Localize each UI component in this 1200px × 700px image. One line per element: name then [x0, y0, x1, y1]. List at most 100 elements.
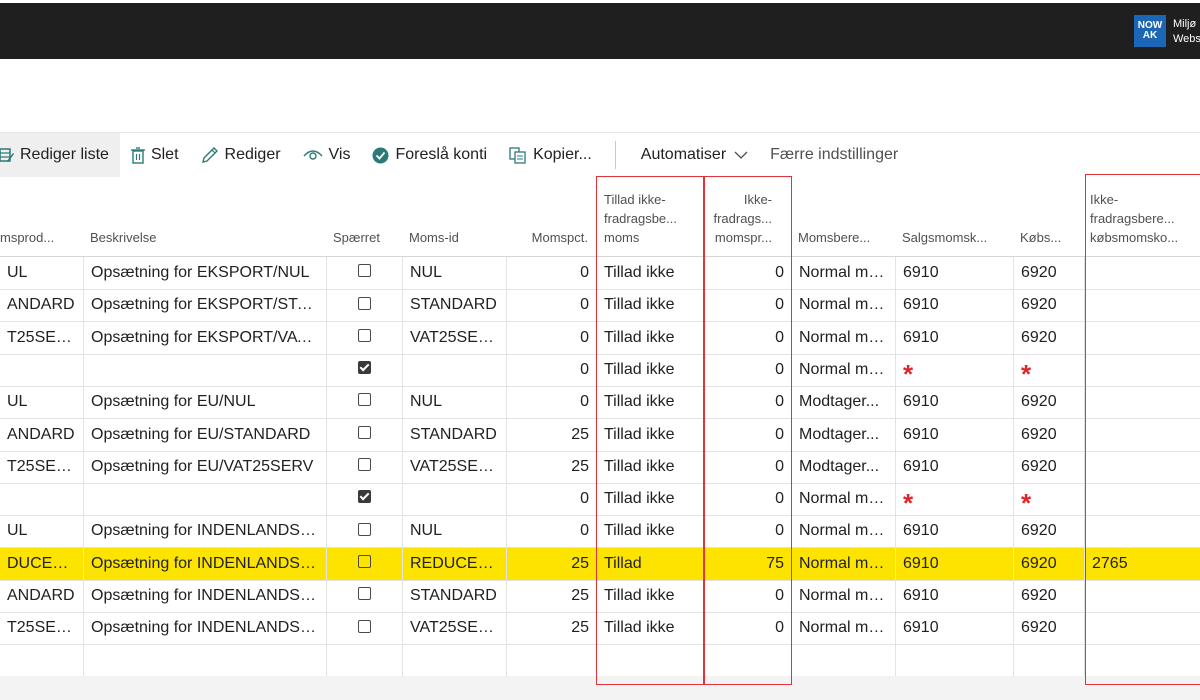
vat-prod-cell[interactable]: UL [0, 257, 84, 289]
vat-id-cell[interactable]: VAT25SERV [403, 321, 507, 354]
vat-pct-cell[interactable]: 25 [507, 450, 597, 483]
checkbox-unchecked-icon[interactable] [358, 296, 371, 310]
column-header-description[interactable]: Beskrivelse [90, 228, 320, 247]
vat-id-cell[interactable] [403, 353, 507, 386]
description-cell[interactable]: Opsætning for INDENLANDSK... [84, 580, 327, 612]
vat-prod-cell[interactable] [0, 644, 84, 677]
table-row[interactable]: 0 Tillad ikke 0 Normal mo... * * [0, 483, 1200, 517]
sales-account-cell[interactable]: 6910 [896, 321, 1014, 354]
blocked-checkbox[interactable] [327, 483, 403, 516]
non-deductible-account-cell[interactable] [1085, 580, 1200, 612]
vat-id-cell[interactable]: VAT25SERV [403, 450, 507, 483]
vat-calc-cell[interactable]: Normal mo... [792, 612, 896, 645]
column-header-vat-id[interactable]: Moms-id [409, 228, 505, 247]
vat-pct-cell[interactable]: 25 [507, 418, 597, 451]
blocked-checkbox[interactable] [327, 547, 403, 580]
vat-id-cell[interactable]: NUL [403, 515, 507, 548]
allow-non-deductible-cell[interactable]: Tillad ikke [597, 450, 704, 483]
allow-non-deductible-cell[interactable]: Tillad [597, 547, 704, 580]
non-deductible-pct-cell[interactable]: 0 [704, 353, 792, 386]
vat-calc-cell[interactable]: Modtager... [792, 386, 896, 419]
sales-account-cell[interactable]: 6910 [896, 289, 1014, 322]
table-row[interactable]: UL Opsætning for EKSPORT/NUL NUL 0 Tillad ik… [0, 257, 1200, 290]
vat-id-cell[interactable]: STANDARD [403, 580, 507, 612]
vat-pct-cell[interactable]: 0 [507, 515, 597, 548]
checkbox-unchecked-icon[interactable] [358, 264, 371, 278]
vat-id-cell[interactable]: STANDARD [403, 418, 507, 451]
column-header-allow-non-deductible[interactable]: Tillad ikke- fradragsbe... moms [604, 190, 702, 247]
sales-account-cell[interactable]: * [896, 353, 1014, 386]
suggest-accounts-button[interactable]: Foreslå konti [361, 133, 498, 177]
vat-pct-cell[interactable]: 0 [507, 321, 597, 354]
description-cell[interactable]: Opsætning for INDENLANDSK... [84, 612, 327, 645]
description-cell[interactable] [84, 483, 327, 516]
non-deductible-pct-cell[interactable]: 0 [704, 580, 792, 612]
purchase-account-cell[interactable]: 6920 [1014, 547, 1085, 580]
sales-account-cell[interactable]: 6910 [896, 580, 1014, 612]
non-deductible-account-cell[interactable] [1085, 354, 1200, 386]
edit-list-button[interactable]: Rediger liste [0, 133, 120, 177]
description-cell[interactable] [84, 644, 327, 677]
table-row[interactable]: UL Opsætning for EU/NUL NUL 0 Tillad ikke 0 Mo… [0, 386, 1200, 420]
non-deductible-pct-cell[interactable]: 0 [704, 257, 792, 289]
vat-calc-cell[interactable]: Modtager... [792, 450, 896, 483]
sales-account-cell[interactable]: 6910 [896, 386, 1014, 419]
description-cell[interactable]: Opsætning for EU/VAT25SERV [84, 450, 327, 483]
table-row[interactable]: T25SERV Opsætning for EKSPORT/VAT2... VAT2… [0, 321, 1200, 355]
blocked-checkbox[interactable] [327, 289, 403, 322]
vat-prod-cell[interactable]: T25SERV [0, 321, 84, 354]
purchase-account-cell[interactable]: 6920 [1014, 418, 1085, 451]
vat-prod-cell[interactable] [0, 483, 84, 516]
blocked-checkbox[interactable] [327, 353, 403, 386]
non-deductible-account-cell[interactable] [1085, 483, 1200, 515]
purchase-account-cell[interactable]: 6920 [1014, 515, 1085, 548]
allow-non-deductible-cell[interactable]: Tillad ikke [597, 321, 704, 354]
purchase-account-cell[interactable]: 6920 [1014, 257, 1085, 289]
sales-account-cell[interactable]: 6910 [896, 257, 1014, 289]
non-deductible-account-cell[interactable]: 2765 [1085, 548, 1200, 580]
sales-account-cell[interactable]: 6910 [896, 547, 1014, 580]
column-header-non-deductible-pct[interactable]: Ikke- fradrags... momspr... [706, 190, 772, 247]
allow-non-deductible-cell[interactable]: Tillad ikke [597, 580, 704, 612]
vat-id-cell[interactable]: NUL [403, 257, 507, 289]
allow-non-deductible-cell[interactable] [597, 644, 704, 677]
purchase-account-cell[interactable]: 6920 [1014, 450, 1085, 483]
checkbox-unchecked-icon[interactable] [358, 328, 371, 342]
non-deductible-account-cell[interactable] [1085, 257, 1200, 289]
allow-non-deductible-cell[interactable]: Tillad ikke [597, 483, 704, 516]
blocked-checkbox[interactable] [327, 580, 403, 612]
non-deductible-pct-cell[interactable]: 0 [704, 450, 792, 483]
sales-account-cell[interactable]: 6910 [896, 612, 1014, 645]
checkbox-checked-icon[interactable] [358, 490, 371, 504]
vat-calc-cell[interactable]: Modtager... [792, 418, 896, 451]
vat-calc-cell[interactable]: Normal mo... [792, 257, 896, 289]
blocked-checkbox[interactable] [327, 418, 403, 451]
non-deductible-pct-cell[interactable] [704, 644, 792, 677]
vat-pct-cell[interactable]: 25 [507, 580, 597, 612]
purchase-account-cell[interactable] [1014, 644, 1085, 677]
vat-id-cell[interactable]: NUL [403, 386, 507, 419]
allow-non-deductible-cell[interactable]: Tillad ikke [597, 418, 704, 451]
copy-button[interactable]: Kopier... [498, 133, 603, 177]
checkbox-unchecked-icon[interactable] [358, 554, 371, 568]
blocked-checkbox[interactable] [327, 257, 403, 289]
non-deductible-pct-cell[interactable]: 75 [704, 547, 792, 580]
purchase-account-cell[interactable]: 6920 [1014, 580, 1085, 612]
non-deductible-account-cell[interactable] [1085, 419, 1200, 451]
vat-calc-cell[interactable]: Normal mo... [792, 483, 896, 516]
description-cell[interactable]: Opsætning for EKSPORT/VAT2... [84, 321, 327, 354]
vat-id-cell[interactable]: VAT25SERV [403, 612, 507, 645]
table-row[interactable]: DUCERET Opsætning for INDENLANDSK... REDUC… [0, 547, 1200, 581]
non-deductible-pct-cell[interactable]: 0 [704, 418, 792, 451]
column-header-vat-calc[interactable]: Momsbere... [798, 228, 892, 247]
sales-account-cell[interactable]: 6910 [896, 515, 1014, 548]
checkbox-unchecked-icon[interactable] [358, 619, 371, 633]
allow-non-deductible-cell[interactable]: Tillad ikke [597, 353, 704, 386]
vat-id-cell[interactable] [403, 644, 507, 677]
sales-account-cell[interactable] [896, 644, 1014, 677]
table-row[interactable]: 0 Tillad ikke 0 Normal mo... * * [0, 353, 1200, 387]
checkbox-unchecked-icon[interactable] [358, 425, 371, 439]
non-deductible-account-cell[interactable] [1085, 322, 1200, 354]
view-button[interactable]: Vis [292, 133, 362, 177]
checkbox-unchecked-icon[interactable] [358, 393, 371, 407]
